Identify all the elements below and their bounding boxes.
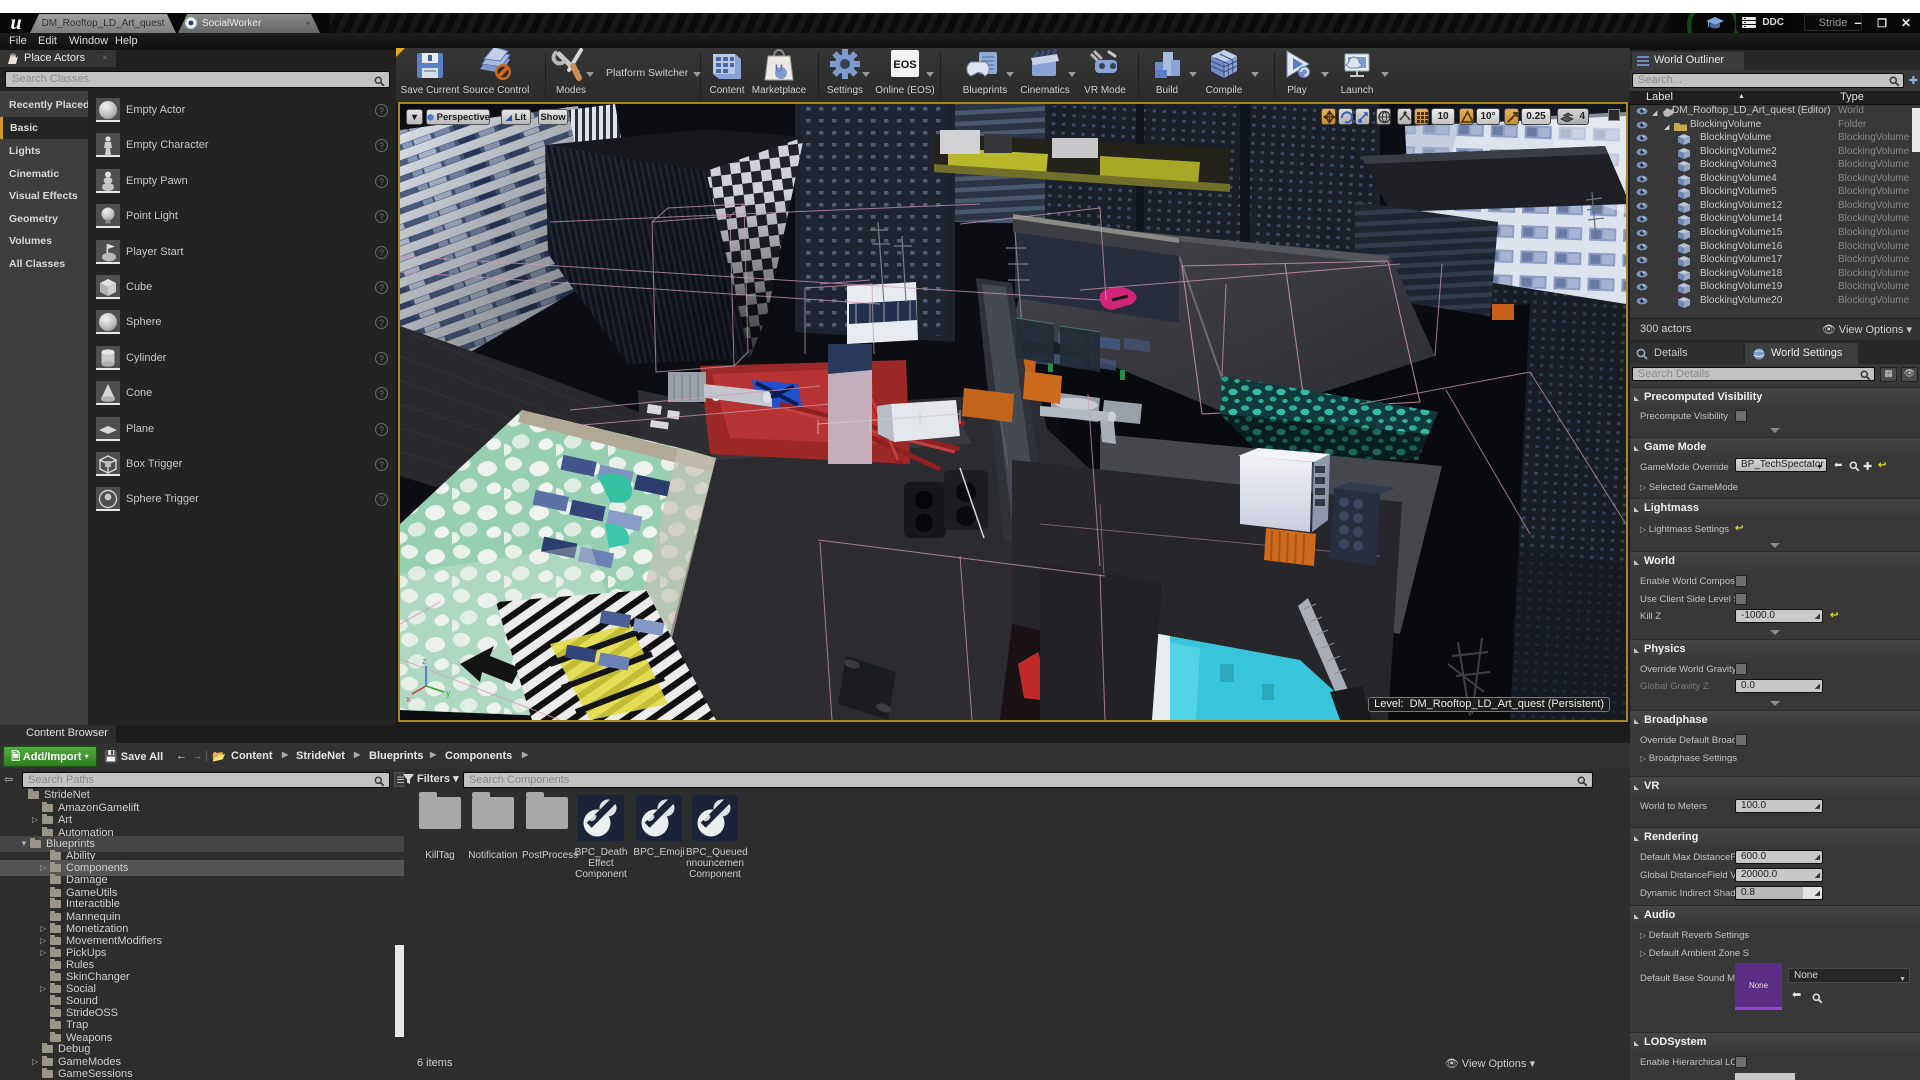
svg-text:VR Mode: VR Mode — [1084, 85, 1126, 96]
svg-text:Compile: Compile — [1206, 85, 1243, 96]
svg-text:Build: Build — [1156, 85, 1178, 96]
svg-text:x: x — [406, 694, 411, 704]
svg-text:Content: Content — [709, 85, 744, 96]
svg-text:Modes: Modes — [556, 85, 586, 96]
svg-text:y: y — [446, 688, 451, 698]
svg-text:Marketplace: Marketplace — [752, 85, 807, 96]
svg-text:Play: Play — [1287, 85, 1306, 96]
svg-text:EOS: EOS — [893, 59, 916, 71]
svg-text:Save Current: Save Current — [401, 85, 460, 96]
svg-text:Platform Switcher: Platform Switcher — [606, 67, 689, 79]
svg-text:z: z — [422, 656, 427, 666]
svg-text:Launch: Launch — [1341, 85, 1374, 96]
svg-text:Source Control: Source Control — [463, 85, 530, 96]
svg-text:Settings: Settings — [827, 85, 863, 96]
svg-text:Online (EOS): Online (EOS) — [875, 85, 934, 96]
svg-text:Blueprints: Blueprints — [963, 85, 1007, 96]
svg-text:Cinematics: Cinematics — [1020, 85, 1069, 96]
